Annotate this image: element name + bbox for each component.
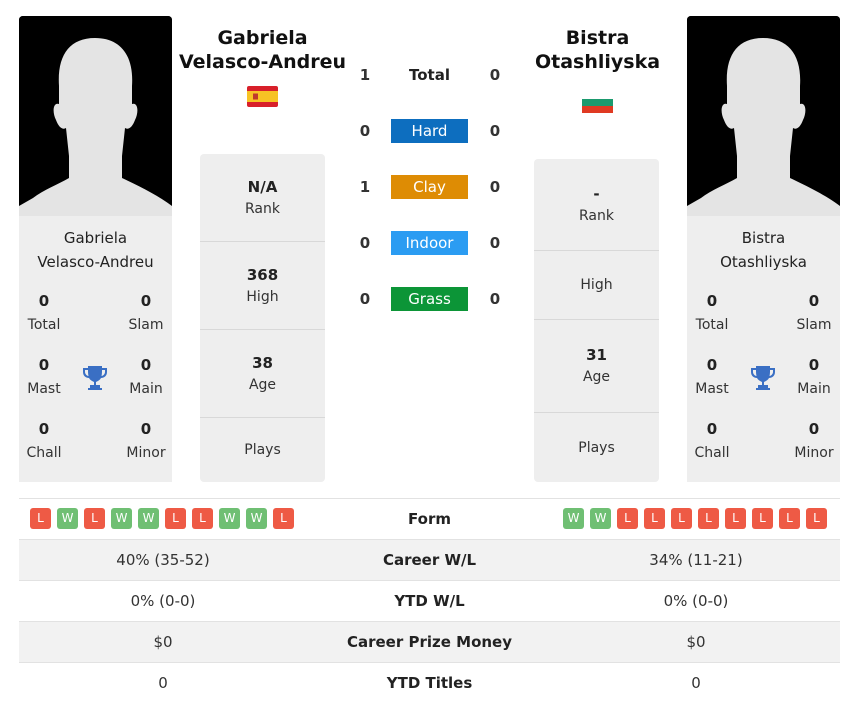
form-loss-badge[interactable]: L <box>698 508 719 529</box>
h2h-grass-row: 0 Grass 0 <box>350 287 510 311</box>
form-win-badge[interactable]: W <box>138 508 159 529</box>
player2-name[interactable]: Bistra Otashliyska <box>520 26 675 74</box>
form-loss-badge[interactable]: L <box>725 508 746 529</box>
spain-flag-icon <box>247 86 278 107</box>
surface-total-label: Total <box>409 66 450 84</box>
form-loss-badge[interactable]: L <box>671 508 692 529</box>
form-loss-badge[interactable]: L <box>273 508 294 529</box>
silhouette-icon <box>687 16 840 216</box>
player1-info-card: N/A Rank 368 High 38 Age Plays <box>200 154 325 482</box>
player2-info-card: - Rank High 31 Age Plays <box>534 159 659 482</box>
h2h-total-row: 1 Total 0 <box>350 63 510 87</box>
player2-titles-card: Bistra Otashliyska 0 Total 0 Slam 0 Mast… <box>687 216 840 482</box>
form-loss-badge[interactable]: L <box>617 508 638 529</box>
form-row: LWLWWLLWWL Form WWLLLLLLLL <box>19 498 840 539</box>
form-loss-badge[interactable]: L <box>752 508 773 529</box>
form-loss-badge[interactable]: L <box>30 508 51 529</box>
titles-total: 0 Total <box>27 292 61 333</box>
form-loss-badge[interactable]: L <box>806 508 827 529</box>
titles-chall: 0 Chall <box>26 420 62 461</box>
form-win-badge[interactable]: W <box>57 508 78 529</box>
surface-clay-badge[interactable]: Clay <box>391 175 468 199</box>
form-win-badge[interactable]: W <box>111 508 132 529</box>
surface-hard-badge[interactable]: Hard <box>391 119 468 143</box>
silhouette-icon <box>19 16 172 216</box>
high-row: High <box>534 251 659 320</box>
form-loss-badge[interactable]: L <box>644 508 665 529</box>
form-loss-badge[interactable]: L <box>84 508 105 529</box>
form-win-badge[interactable]: W <box>246 508 267 529</box>
comparison-table: LWLWWLLWWL Form WWLLLLLLLL 40% (35-52) C… <box>19 498 840 703</box>
trophy-icon <box>751 366 775 390</box>
plays-row: Plays <box>244 442 281 458</box>
form-win-badge[interactable]: W <box>219 508 240 529</box>
titles-minor: 0 Minor <box>126 420 166 461</box>
titles-chall: 0 Chall <box>694 420 730 461</box>
titles-mast: 0 Mast <box>27 356 61 397</box>
surface-grass-badge[interactable]: Grass <box>391 287 468 311</box>
titles-mast: 0 Mast <box>695 356 729 397</box>
plays-row: Plays <box>578 439 615 456</box>
form-win-badge[interactable]: W <box>563 508 584 529</box>
titles-slam: 0 Slam <box>796 292 832 333</box>
player2-card-name[interactable]: Bistra Otashliyska <box>687 226 840 274</box>
h2h-hard-row: 0 Hard 0 <box>350 119 510 143</box>
h2h-indoor-row: 0 Indoor 0 <box>350 231 510 255</box>
titles-minor: 0 Minor <box>794 420 834 461</box>
career-prize-row: $0 Career Prize Money $0 <box>19 621 840 662</box>
rank-row: - Rank <box>534 159 659 251</box>
rank-row: N/A Rank <box>200 154 325 242</box>
player2-photo <box>687 16 840 216</box>
form-win-badge[interactable]: W <box>590 508 611 529</box>
h2h-clay-row: 1 Clay 0 <box>350 175 510 199</box>
age-row: 31 Age <box>534 320 659 413</box>
high-row: 368 High <box>200 242 325 330</box>
bulgaria-flag-icon <box>582 92 613 113</box>
player1-card-name[interactable]: Gabriela Velasco-Andreu <box>19 226 172 274</box>
form-loss-badge[interactable]: L <box>165 508 186 529</box>
player2-form: WWLLLLLLLL <box>563 508 827 529</box>
age-row: 38 Age <box>200 330 325 418</box>
titles-total: 0 Total <box>695 292 729 333</box>
trophy-icon <box>83 366 107 390</box>
player1-titles-card: Gabriela Velasco-Andreu 0 Total 0 Slam 0… <box>19 216 172 482</box>
titles-main: 0 Main <box>129 356 163 397</box>
titles-slam: 0 Slam <box>128 292 164 333</box>
player1-form: LWLWWLLWWL <box>30 508 294 529</box>
form-loss-badge[interactable]: L <box>192 508 213 529</box>
ytd-titles-row: 0 YTD Titles 0 <box>19 662 840 703</box>
ytd-wl-row: 0% (0-0) YTD W/L 0% (0-0) <box>19 580 840 621</box>
titles-main: 0 Main <box>797 356 831 397</box>
surface-indoor-badge[interactable]: Indoor <box>391 231 468 255</box>
career-wl-row: 40% (35-52) Career W/L 34% (11-21) <box>19 539 840 580</box>
player1-photo <box>19 16 172 216</box>
player1-name[interactable]: Gabriela Velasco-Andreu <box>170 26 355 74</box>
form-loss-badge[interactable]: L <box>779 508 800 529</box>
